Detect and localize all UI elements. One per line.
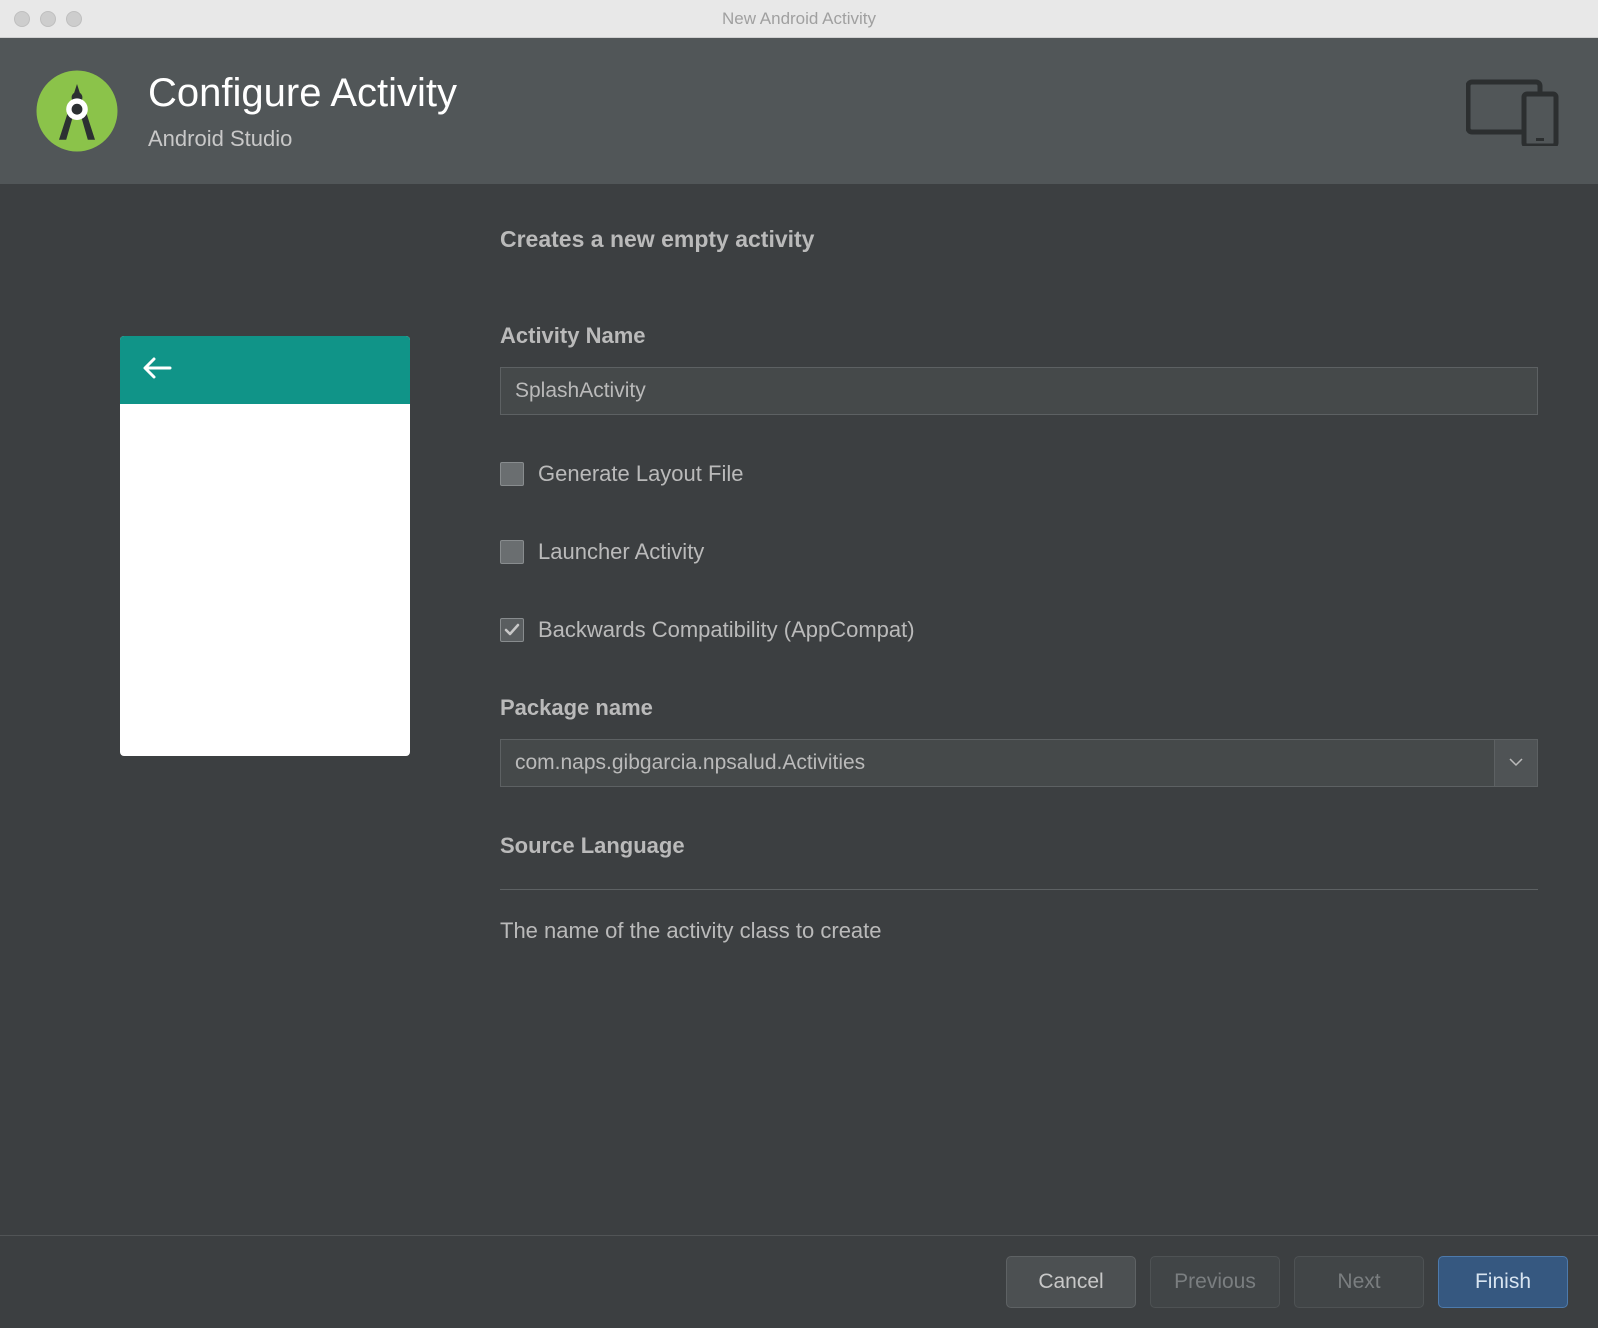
- form-heading: Creates a new empty activity: [500, 226, 1538, 253]
- package-name-label: Package name: [500, 695, 1538, 721]
- checkmark-icon: [503, 621, 521, 639]
- package-name-dropdown-button[interactable]: [1494, 739, 1538, 787]
- generate-layout-checkbox-row[interactable]: Generate Layout File: [500, 461, 1538, 487]
- activity-name-input[interactable]: [500, 367, 1538, 415]
- help-text: The name of the activity class to create: [500, 918, 1538, 944]
- launcher-activity-checkbox-row[interactable]: Launcher Activity: [500, 539, 1538, 565]
- launcher-activity-checkbox[interactable]: [500, 540, 524, 564]
- header-text: Configure Activity Android Studio: [148, 71, 457, 152]
- backwards-compat-checkbox-row[interactable]: Backwards Compatibility (AppCompat): [500, 617, 1538, 643]
- source-language-group: Source Language: [500, 833, 1538, 859]
- minimize-window-button[interactable]: [40, 11, 56, 27]
- generate-layout-checkbox[interactable]: [500, 462, 524, 486]
- dialog-footer: Cancel Previous Next Finish: [0, 1235, 1598, 1328]
- dialog-content: Creates a new empty activity Activity Na…: [0, 184, 1598, 974]
- maximize-window-button[interactable]: [66, 11, 82, 27]
- dialog-header: Configure Activity Android Studio: [0, 38, 1598, 184]
- activity-name-label: Activity Name: [500, 323, 1538, 349]
- form-column: Creates a new empty activity Activity Na…: [500, 226, 1538, 944]
- activity-name-group: Activity Name: [500, 323, 1538, 415]
- cancel-button[interactable]: Cancel: [1006, 1256, 1136, 1308]
- previous-button[interactable]: Previous: [1150, 1256, 1280, 1308]
- launcher-activity-label: Launcher Activity: [538, 539, 704, 565]
- titlebar: New Android Activity: [0, 0, 1598, 38]
- form-divider: [500, 889, 1538, 890]
- finish-button[interactable]: Finish: [1438, 1256, 1568, 1308]
- generate-layout-label: Generate Layout File: [538, 461, 743, 487]
- package-name-select: [500, 739, 1538, 787]
- header-left: Configure Activity Android Studio: [32, 66, 457, 156]
- back-arrow-icon: [142, 356, 172, 385]
- dialog-title: Configure Activity: [148, 71, 457, 116]
- source-language-label: Source Language: [500, 833, 1538, 859]
- package-name-group: Package name: [500, 695, 1538, 787]
- backwards-compat-checkbox[interactable]: [500, 618, 524, 642]
- close-window-button[interactable]: [14, 11, 30, 27]
- preview-column: [60, 226, 440, 944]
- backwards-compat-label: Backwards Compatibility (AppCompat): [538, 617, 915, 643]
- dialog-subtitle: Android Studio: [148, 126, 457, 152]
- window-title: New Android Activity: [12, 9, 1586, 29]
- android-studio-logo-icon: [32, 66, 122, 156]
- window-controls: [14, 11, 82, 27]
- package-name-input[interactable]: [500, 739, 1494, 787]
- preview-app-bar: [120, 336, 410, 404]
- template-devices-icon: [1466, 76, 1566, 146]
- activity-preview: [120, 336, 410, 756]
- next-button[interactable]: Next: [1294, 1256, 1424, 1308]
- chevron-down-icon: [1509, 754, 1523, 772]
